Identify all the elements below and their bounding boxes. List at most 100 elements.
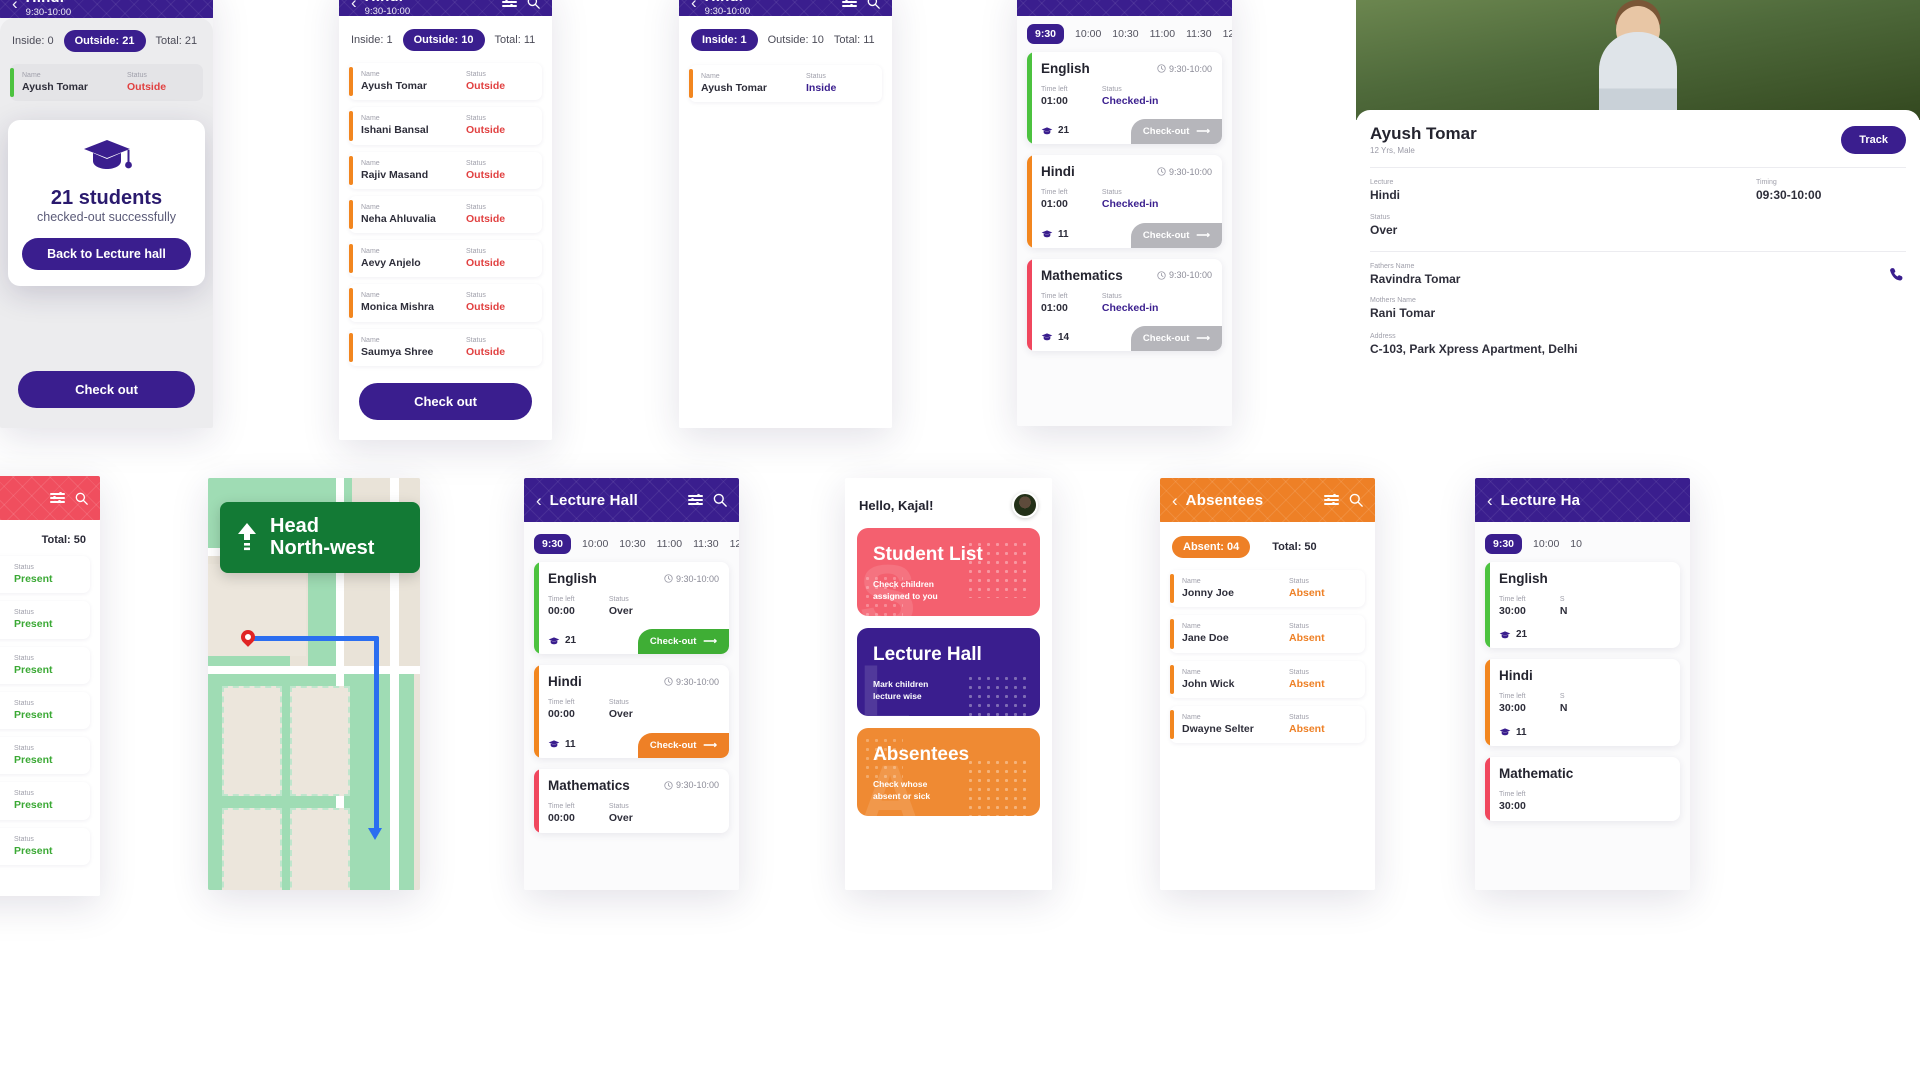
panel1-checkout-button[interactable]: Check out	[18, 371, 195, 408]
clock-icon	[1157, 270, 1166, 280]
avatar[interactable]	[1012, 492, 1038, 518]
table-row[interactable]: Name Ayush Tomar Status Outside	[10, 64, 203, 102]
search-icon[interactable]	[1349, 493, 1363, 507]
lecture-status-value: Over	[608, 605, 633, 618]
tile-subtitle-line2: assigned to you	[873, 591, 938, 602]
table-row[interactable]: Status Present	[0, 646, 90, 684]
filter-icon[interactable]	[1324, 494, 1339, 506]
lecture-card[interactable]: English 9:30-10:00 Time left 00:00 Status…	[534, 562, 729, 655]
tile-lecture-hall[interactable]: L Lecture Hall Mark children lecture wis…	[857, 628, 1040, 716]
clock-icon	[664, 780, 673, 790]
panel4-timeline[interactable]: 9:30 10:00 10:30 11:00 11:30 12:0	[1017, 16, 1232, 50]
filter-icon[interactable]	[688, 494, 703, 506]
table-row[interactable]: Status Present	[0, 601, 90, 639]
row-status-value: Present	[14, 799, 53, 812]
panel1-outside-chip[interactable]: Outside: 21	[63, 30, 146, 52]
timeline-slot[interactable]: 10:00	[582, 538, 608, 550]
filter-icon[interactable]	[502, 0, 517, 8]
checkout-success-modal: 21 students checked-out successfully Bac…	[8, 120, 205, 286]
table-row[interactable]: Name Saumya Shree Status Outside	[349, 328, 542, 366]
filter-icon[interactable]	[842, 0, 857, 8]
panel2-checkout-button[interactable]: Check out	[359, 383, 532, 420]
table-row[interactable]: Status Present	[0, 827, 90, 865]
back-icon[interactable]: ‹	[691, 0, 697, 11]
table-row[interactable]: Status Present	[0, 691, 90, 730]
row-status-value: Present	[14, 573, 53, 586]
lecture-timeleft-value: 00:00	[548, 811, 575, 824]
panel10-absent-chip[interactable]: Absent: 04	[1172, 536, 1251, 558]
table-row[interactable]: Name Ayush Tomar Status Outside	[349, 63, 542, 101]
row-status-value: Present	[14, 844, 53, 857]
table-row[interactable]: Status Present	[0, 782, 90, 820]
status-value: Over	[1370, 223, 1398, 238]
table-row[interactable]: Status Present	[0, 556, 90, 594]
timeline-slot[interactable]: 10:30	[1112, 28, 1138, 40]
panel11-timeline[interactable]: 9:30 10:00 10	[1475, 522, 1690, 560]
search-icon[interactable]	[713, 493, 727, 507]
timeline-active-slot[interactable]: 9:30	[1485, 534, 1523, 554]
table-row[interactable]: Name Aevy Anjelo Status Outside	[349, 240, 542, 278]
back-icon[interactable]: ‹	[12, 0, 18, 12]
timeline-slot[interactable]: 12:0	[1223, 28, 1232, 40]
panel2-outside-chip[interactable]: Outside: 10	[402, 29, 485, 51]
timeline-slot[interactable]: 10:00	[1075, 28, 1101, 40]
back-icon[interactable]: ‹	[351, 0, 357, 11]
table-row[interactable]: Name Rajiv Masand Status Outside	[349, 151, 542, 189]
timeline-slot[interactable]: 10:30	[619, 538, 645, 550]
back-icon[interactable]: ‹	[1487, 492, 1493, 509]
row-status-label: Status	[466, 248, 486, 256]
timeline-slot[interactable]: 11:30	[1186, 28, 1212, 40]
panel8-timeline[interactable]: 9:30 10:00 10:30 11:00 11:30 12:0	[524, 522, 739, 560]
lecture-status-value: Over	[608, 708, 633, 721]
track-button[interactable]: Track	[1841, 125, 1906, 154]
lecture-card[interactable]: Mathematics 9:30-10:00 Time left 00:00 St…	[534, 768, 729, 833]
timeline-active-slot[interactable]: 9:30	[1027, 24, 1065, 44]
timeline-slot[interactable]: 11:00	[657, 538, 683, 550]
back-icon[interactable]: ‹	[1172, 492, 1178, 509]
filter-icon[interactable]	[50, 492, 65, 504]
lecture-checkout-button[interactable]: Check-out ⟶	[637, 629, 729, 655]
table-row[interactable]: Name John Wick Status Absent	[1170, 660, 1365, 698]
table-row[interactable]: Name Jonny Joe Status Absent	[1170, 570, 1365, 608]
tile-student-list[interactable]: S Student List Check children assigned t…	[857, 528, 1040, 616]
timeline-slot[interactable]: 10:00	[1533, 538, 1559, 550]
tile-absentees[interactable]: A Absentees Check whose absent or sick	[857, 728, 1040, 816]
search-icon[interactable]	[867, 0, 880, 9]
table-row[interactable]: Name Ishani Bansal Status Outside	[349, 107, 542, 145]
timeline-slot[interactable]: 12:0	[730, 538, 739, 550]
timeline-active-slot[interactable]: 9:30	[534, 534, 572, 554]
lecture-card[interactable]: English Time left 30:00 SN 21	[1485, 562, 1680, 649]
phone-present-list: to you Total: 50 StatusPresent StatusPre…	[0, 476, 100, 896]
phone-call-icon[interactable]	[1889, 266, 1906, 283]
lecture-checkout-button[interactable]: Check-out ⟶	[1130, 325, 1222, 351]
row-name-label: Name	[361, 248, 380, 256]
lecture-card[interactable]: English 9:30-10:00 Time left 01:00 Status…	[1027, 52, 1222, 145]
lecture-card[interactable]: Mathematic Time left 30:00	[1485, 756, 1680, 821]
panel6-header: to you	[0, 476, 100, 520]
back-icon[interactable]: ‹	[536, 492, 542, 509]
lecture-checkout-button[interactable]: Check-out ⟶	[1130, 222, 1222, 248]
lecture-card[interactable]: Mathematics 9:30-10:00 Time left 01:00 St…	[1027, 258, 1222, 351]
table-row[interactable]: Name Ayush Tomar Status Inside	[689, 65, 882, 103]
table-row[interactable]: Name Dwayne Selter Status Absent	[1170, 705, 1365, 744]
table-row[interactable]: Name Monica Mishra Status Outside	[349, 284, 542, 322]
lecture-accent-bar	[1485, 756, 1490, 821]
panel3-inside-chip[interactable]: Inside: 1	[691, 29, 758, 51]
table-row[interactable]: Status Present	[0, 737, 90, 775]
lecture-card[interactable]: Hindi 9:30-10:00 Time left 01:00 Status Ch…	[1027, 155, 1222, 248]
table-row[interactable]: Name Jane Doe Status Absent	[1170, 615, 1365, 653]
back-to-lecture-hall-button[interactable]: Back to Lecture hall	[22, 238, 191, 270]
lecture-checkout-button[interactable]: Check-out ⟶	[637, 732, 729, 758]
search-icon[interactable]	[75, 492, 88, 505]
lecture-timeleft-value: 01:00	[1041, 198, 1068, 211]
lecture-timeleft-value: 00:00	[548, 708, 575, 721]
search-icon[interactable]	[527, 0, 540, 9]
lecture-checkout-button[interactable]: Check-out ⟶	[1130, 119, 1222, 145]
lecture-card[interactable]: Hindi 9:30-10:00 Time left 00:00 Status Ov…	[534, 665, 729, 758]
timeline-slot[interactable]: 10	[1570, 538, 1582, 550]
row-name-label: Name	[361, 115, 380, 123]
timeline-slot[interactable]: 11:00	[1150, 28, 1176, 40]
lecture-card[interactable]: Hindi Time left 30:00 SN 11	[1485, 659, 1680, 746]
timeline-slot[interactable]: 11:30	[693, 538, 719, 550]
table-row[interactable]: Name Neha Ahluvalia Status Outside	[349, 195, 542, 234]
